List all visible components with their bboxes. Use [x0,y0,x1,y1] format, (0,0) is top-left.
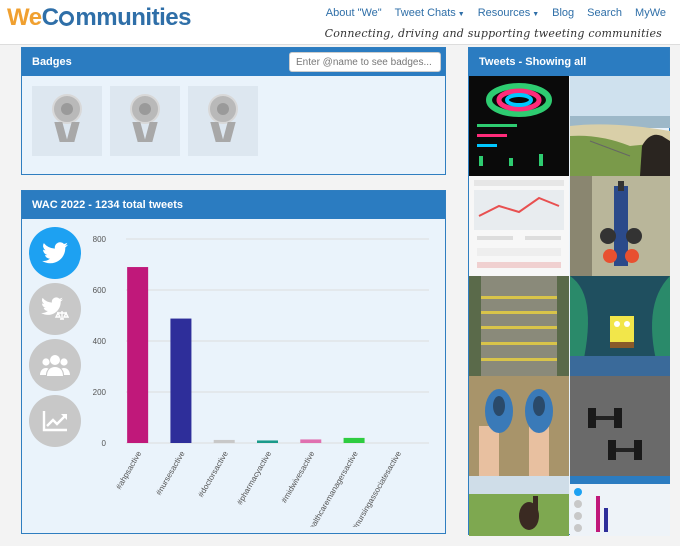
x-tick-label: #nursingassociatesactive [351,449,404,527]
badges-panel: Badges [21,47,446,175]
y-tick-label: 200 [93,388,107,397]
tweets-title: Tweets - Showing all [469,48,669,76]
nav-item-0[interactable]: About "We" [326,7,382,19]
users-group-button[interactable] [29,339,81,391]
twitter-icon [42,242,68,264]
site-logo[interactable]: WeC mmunities [7,4,191,32]
gym-equipment-image[interactable] [570,176,670,276]
tweets-panel: Tweets - Showing all [468,47,670,536]
x-tick-label: #pharmacyactive [235,449,273,506]
nav-item-label: Tweet Chats [394,7,456,19]
award-medal-icon [52,94,82,124]
x-tick-label: #nursesactive [154,449,187,497]
award-medal-icon [130,94,160,124]
award-medal-icon [208,94,238,124]
bar-healthcaremanagersactive [343,437,365,443]
trend-chart-button[interactable] [29,395,81,447]
nav-item-label: Resources [477,7,531,19]
beach-horse-image[interactable] [570,76,670,176]
alpaca-field-image[interactable] [469,476,569,536]
x-tick-label: #midwivesactive [280,449,317,504]
bar-midwivesactive [300,439,322,443]
tweets-bar-chart: 0 200 400 600 800 #ahpsactive #nursesactive #do… [93,235,429,539]
ribbon-left [132,122,146,142]
dumbbells-image[interactable] [570,376,670,476]
badge-item[interactable] [188,86,258,156]
running-shoes-image[interactable] [469,376,569,476]
nav-item-5[interactable]: MyWe [635,7,666,19]
route-map-image[interactable] [469,176,569,276]
ribbon-left [54,122,68,142]
screenshot-image[interactable] [570,476,670,536]
badge-search-input[interactable] [289,52,441,72]
nav-item-label: About "We" [325,7,382,19]
x-tick-label: #ahpsactive [114,449,143,491]
badge-item[interactable] [110,86,180,156]
nav-item-1[interactable]: Tweet Chats ▼ [395,7,465,19]
nav-item-label: Search [587,7,623,19]
twitter-scales-button[interactable] [29,283,81,335]
caret-down-icon: ▼ [530,11,540,18]
users-group-icon [40,354,70,376]
nav-item-label: Blog [552,7,575,19]
top-bar: WeC mmunities About "We" Tweet Chats ▼ Reso… [0,0,680,44]
bar-ahpsactive [127,267,149,443]
tagline: Connecting, driving and supporting tweet… [324,27,662,40]
x-tick-label: #doctorsactive [196,449,230,499]
ribbon-right [222,122,236,142]
wac-title: WAC 2022 - 1234 total tweets [22,191,445,219]
ribbon-left [210,122,224,142]
globe-icon [59,11,75,26]
bar-pharmacyactive [257,440,278,443]
nav-item-label: MyWe [635,7,666,19]
cartoon-image[interactable] [570,276,670,376]
twitter-scales-icon [41,297,69,321]
ribbon-right [144,122,158,142]
wac-panel: WAC 2022 - 1234 total tweets 0 200 400 600 8… [21,190,446,539]
bar-nursesactive [170,318,192,443]
activity-rings-image[interactable] [469,76,569,176]
bar-doctorsactive [213,439,235,443]
main-nav: About "We" Tweet Chats ▼ Resources ▼ Blog Se… [326,7,666,19]
y-tick-label: 0 [102,439,107,448]
y-tick-label: 800 [93,235,107,244]
trend-chart-icon [42,410,68,432]
caret-down-icon: ▼ [455,11,465,18]
nav-item-3[interactable]: Blog [552,7,574,19]
stairs-image[interactable] [469,276,569,376]
ribbon-right [66,122,80,142]
nav-item-2[interactable]: Resources ▼ [478,7,539,19]
twitter-button[interactable] [29,227,81,279]
tweets-bar-chart-container: 0 200 400 600 800 #ahpsactive #nursesactive #do… [84,227,444,539]
nav-item-4[interactable]: Search [587,7,622,19]
y-tick-label: 400 [93,337,107,346]
badge-item[interactable] [32,86,102,156]
y-tick-label: 600 [93,286,107,295]
header-divider [0,44,680,45]
